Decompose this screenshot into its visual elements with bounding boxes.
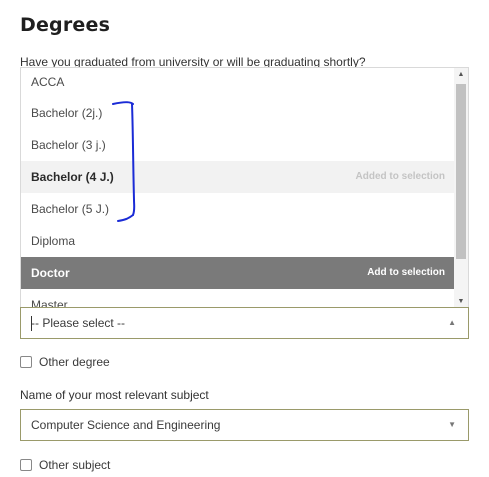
option-label: Bachelor (5 J.) [31,202,110,216]
other-degree-label[interactable]: Other degree [39,355,110,369]
option-bachelor-5[interactable]: Bachelor (5 J.) [21,193,455,225]
subject-select[interactable]: Computer Science and Engineering ▼ [20,409,469,441]
subject-label: Name of your most relevant subject [20,388,209,402]
option-label: Doctor [31,266,70,280]
degree-options: ACCA Bachelor (2j.) Bachelor (3 j.) Bach… [21,68,455,308]
option-action-hint: Add to selection [367,267,445,278]
option-doctor[interactable]: Doctor Add to selection [21,257,455,289]
scroll-up-icon[interactable]: ▲ [454,68,468,82]
other-subject-label[interactable]: Other subject [39,458,110,472]
option-master[interactable]: Master [21,289,455,308]
option-label: Diploma [31,234,76,248]
caret-down-icon[interactable]: ▼ [448,410,456,440]
degree-listbox[interactable]: ACCA Bachelor (2j.) Bachelor (3 j.) Bach… [20,67,469,308]
other-degree-checkbox[interactable] [20,356,32,368]
caret-up-icon[interactable]: ▲ [448,308,456,338]
degree-select[interactable]: -- Please select -- ▲ [20,307,469,339]
other-subject-checkbox[interactable] [20,459,32,471]
degree-select-value: -- Please select -- [31,316,126,330]
option-bachelor-2[interactable]: Bachelor (2j.) [21,97,455,129]
option-status-hint: Added to selection [355,171,445,182]
listbox-scrollbar[interactable]: ▲ ▼ [454,68,468,308]
option-label: ACCA [31,75,65,89]
option-diploma[interactable]: Diploma [21,225,455,257]
subject-select-value: Computer Science and Engineering [31,418,221,432]
option-bachelor-3[interactable]: Bachelor (3 j.) [21,129,455,161]
scrollbar-thumb[interactable] [456,84,466,259]
option-acca[interactable]: ACCA [21,68,455,97]
degree-question: Have you graduated from university or wi… [20,55,366,67]
option-label: Bachelor (4 J.) [31,170,114,184]
option-bachelor-4[interactable]: Bachelor (4 J.) Added to selection [21,161,455,193]
section-title: Degrees [20,14,111,36]
option-label: Bachelor (3 j.) [31,138,106,152]
option-label: Bachelor (2j.) [31,106,103,120]
